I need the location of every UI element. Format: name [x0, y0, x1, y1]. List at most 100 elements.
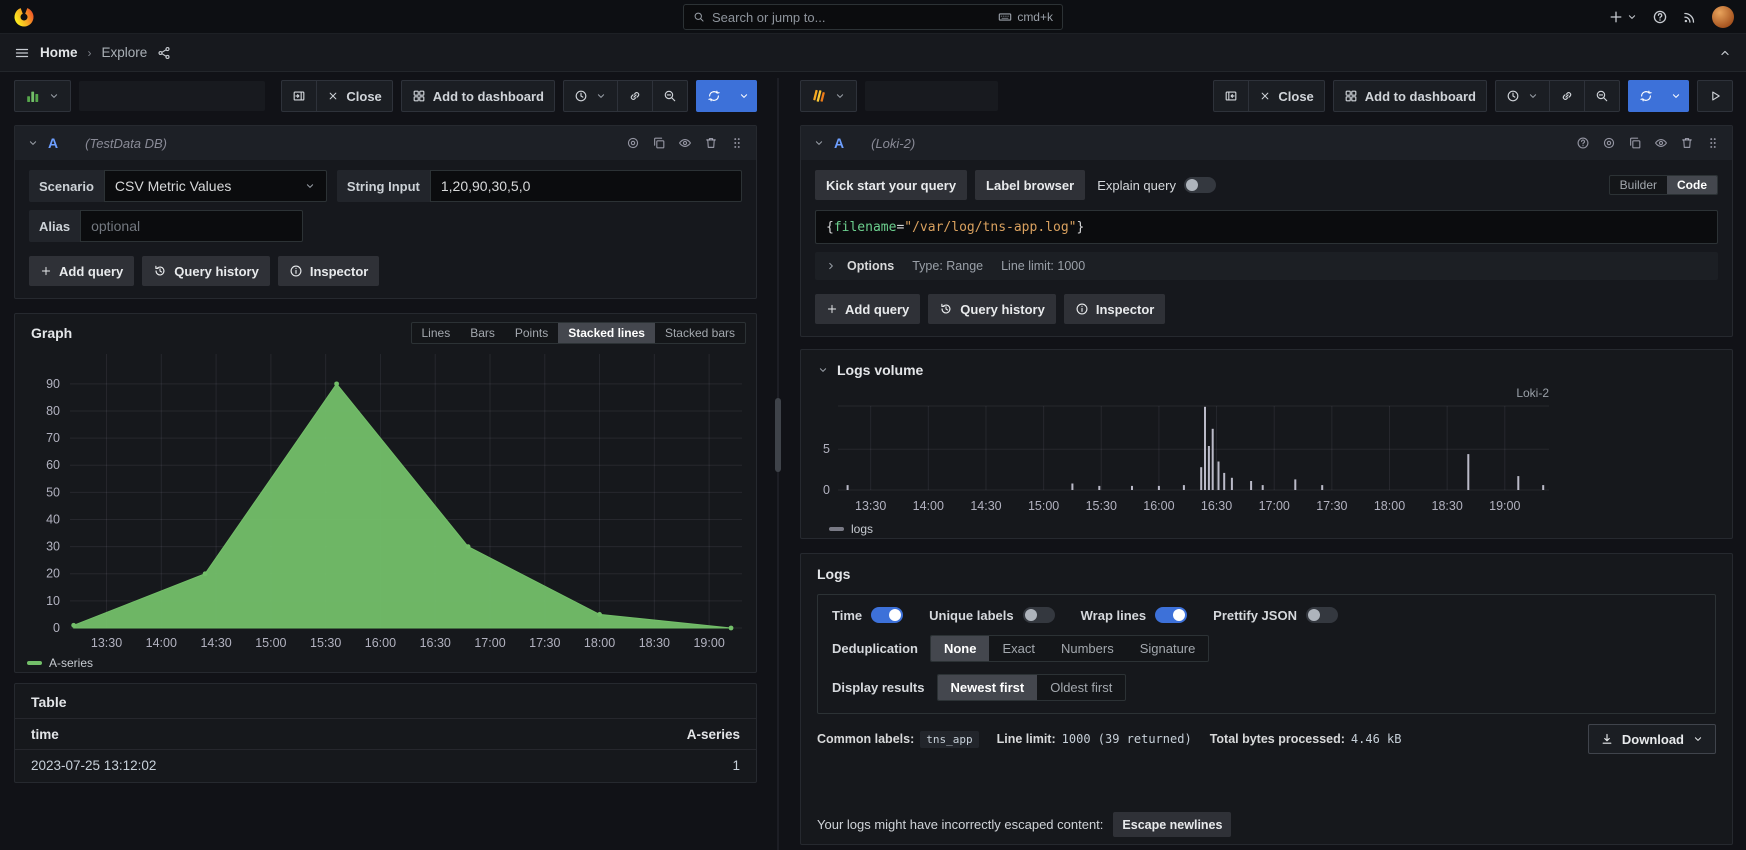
widen-pane-button[interactable]	[281, 80, 317, 112]
svg-text:18:00: 18:00	[1374, 499, 1405, 513]
narrow-pane-button[interactable]	[1213, 80, 1249, 112]
zoom-out-button-right[interactable]	[1584, 80, 1620, 112]
graph-mode-option[interactable]: Bars	[460, 323, 505, 343]
inspector-label: Inspector	[310, 264, 369, 279]
datasource-help-button[interactable]	[1576, 136, 1590, 150]
datasource-settings-button[interactable]	[1602, 136, 1616, 150]
chevron-down-icon	[48, 90, 60, 102]
news-button[interactable]	[1682, 9, 1698, 25]
zoom-out-button-left[interactable]	[652, 80, 688, 112]
graph-mode-option[interactable]: Stacked bars	[655, 323, 745, 343]
inspector-button-left[interactable]: Inspector	[278, 256, 380, 286]
resize-grip[interactable]	[775, 398, 781, 472]
time-range-picker-right[interactable]	[1495, 80, 1550, 112]
editor-mode-option[interactable]: Code	[1667, 176, 1717, 194]
share-shortcut-button[interactable]	[157, 46, 171, 60]
table-row[interactable]: 2023-07-25 13:12:021	[15, 749, 756, 780]
graph-mode-option[interactable]: Points	[505, 323, 558, 343]
graph-mode-option[interactable]: Lines	[412, 323, 461, 343]
breadcrumb-explore[interactable]: Explore	[102, 45, 148, 60]
deduplication-option[interactable]: Exact	[989, 636, 1048, 661]
drag-query-handle[interactable]	[730, 136, 744, 150]
copy-link-button-right[interactable]	[1549, 80, 1585, 112]
scenario-select[interactable]: CSV Metric Values	[104, 170, 327, 202]
query-history-button-left[interactable]: Query history	[142, 256, 270, 286]
column-header[interactable]: time	[31, 727, 59, 742]
add-to-dashboard-button-left[interactable]: Add to dashboard	[401, 80, 555, 112]
editor-mode-option[interactable]: Builder	[1610, 176, 1667, 194]
user-avatar[interactable]	[1712, 6, 1734, 28]
query-datasource-name: (Loki-2)	[871, 136, 915, 151]
add-query-button-right[interactable]: Add query	[815, 294, 920, 324]
explain-query-toggle[interactable]	[1184, 177, 1216, 193]
logs-legend-label[interactable]: logs	[851, 522, 873, 536]
alias-input[interactable]	[80, 210, 303, 242]
svg-text:16:00: 16:00	[1143, 499, 1174, 513]
query-history-button-right[interactable]: Query history	[928, 294, 1056, 324]
prettify-json-toggle[interactable]	[1306, 607, 1338, 623]
loki-query-input[interactable]: {filename="/var/log/tns-app.log"}	[815, 210, 1718, 244]
remove-query-button[interactable]	[1680, 136, 1694, 150]
code-equals: =	[896, 220, 904, 235]
run-button[interactable]	[1697, 80, 1733, 112]
breadcrumb-home[interactable]: Home	[40, 45, 78, 60]
duplicate-query-button[interactable]	[1628, 136, 1642, 150]
toggle-query-visibility-button[interactable]	[1654, 136, 1668, 150]
a-series-legend-label[interactable]: A-series	[49, 656, 93, 670]
link-icon	[628, 89, 642, 103]
deduplication-option[interactable]: Numbers	[1048, 636, 1127, 661]
datasource-settings-button[interactable]	[626, 136, 640, 150]
collapse-toolbar-button[interactable]	[1718, 46, 1732, 60]
mega-menu-button[interactable]	[14, 45, 30, 61]
collapse-query-row-button[interactable]	[813, 137, 825, 149]
graph-canvas[interactable]: 010203040506070809013:3014:0014:3015:001…	[22, 346, 750, 652]
query-options-row[interactable]: Options Type: Range Line limit: 1000	[815, 252, 1718, 280]
time-range-picker-left[interactable]	[563, 80, 618, 112]
deduplication-option[interactable]: None	[931, 636, 990, 661]
collapse-logs-volume-button[interactable]	[817, 364, 829, 376]
pane-resize-handle[interactable]	[777, 78, 779, 850]
svg-text:14:30: 14:30	[200, 636, 231, 650]
add-to-dashboard-button-right[interactable]: Add to dashboard	[1333, 80, 1487, 112]
drag-query-handle[interactable]	[1706, 136, 1720, 150]
column-header[interactable]: A-series	[687, 727, 740, 742]
copy-link-button-left[interactable]	[617, 80, 653, 112]
time-toggle[interactable]	[871, 607, 903, 623]
grip-icon	[730, 136, 744, 150]
query-ref-id[interactable]: A	[48, 135, 58, 151]
string-input-field[interactable]	[430, 170, 742, 202]
search-input[interactable]	[712, 10, 991, 25]
display-results-option[interactable]: Oldest first	[1037, 675, 1125, 700]
refresh-interval-dropdown-left[interactable]	[731, 80, 757, 112]
escape-newlines-button[interactable]: Escape newlines	[1113, 812, 1231, 837]
display-results-option[interactable]: Newest first	[938, 675, 1038, 700]
kick-start-query-button[interactable]: Kick start your query	[815, 170, 967, 200]
help-button[interactable]	[1652, 9, 1668, 25]
download-button[interactable]: Download	[1588, 724, 1716, 754]
deduplication-option[interactable]: Signature	[1127, 636, 1209, 661]
refresh-interval-dropdown-right[interactable]	[1663, 80, 1689, 112]
toggle-query-visibility-button[interactable]	[678, 136, 692, 150]
datasource-picker-left[interactable]	[14, 80, 71, 112]
close-pane-button-right[interactable]: Close	[1248, 80, 1324, 112]
run-query-button-left[interactable]	[696, 80, 732, 112]
grafana-logo-icon[interactable]	[12, 5, 36, 29]
duplicate-query-button[interactable]	[652, 136, 666, 150]
label-browser-button[interactable]: Label browser	[975, 170, 1085, 200]
add-query-button-left[interactable]: Add query	[29, 256, 134, 286]
datasource-picker-right[interactable]	[800, 80, 857, 112]
svg-text:70: 70	[46, 431, 60, 445]
query-ref-id[interactable]: A	[834, 135, 844, 151]
logs-volume-canvas[interactable]: 0513:3014:0014:3015:0015:3016:0016:3017:…	[809, 394, 1725, 518]
inspector-button-right[interactable]: Inspector	[1064, 294, 1166, 324]
logs-volume-datasource-label: Loki-2	[1516, 386, 1549, 400]
close-pane-button-left[interactable]: Close	[316, 80, 392, 112]
remove-query-button[interactable]	[704, 136, 718, 150]
new-menu-button[interactable]	[1608, 9, 1638, 25]
unique-labels-toggle[interactable]	[1023, 607, 1055, 623]
wrap-lines-toggle[interactable]	[1155, 607, 1187, 623]
collapse-query-row-button[interactable]	[27, 137, 39, 149]
graph-mode-option[interactable]: Stacked lines	[558, 323, 655, 343]
run-query-button-right[interactable]	[1628, 80, 1664, 112]
search-bar[interactable]: cmd+k	[683, 4, 1063, 30]
